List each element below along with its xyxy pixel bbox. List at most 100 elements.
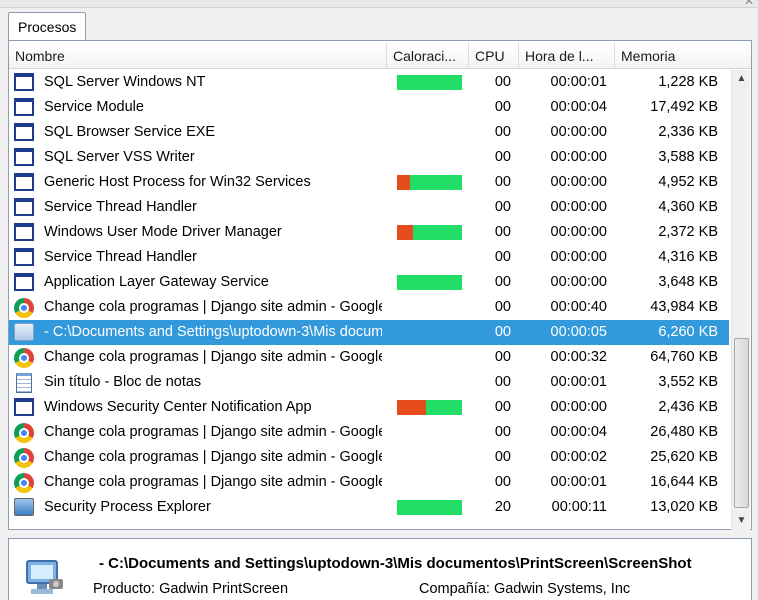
process-name: Change cola programas | Django site admi… [44, 424, 382, 440]
process-memory: 43,984 KB [650, 299, 718, 315]
window-icon [14, 73, 34, 93]
scroll-down-icon[interactable]: ▼ [732, 512, 751, 530]
process-name: Change cola programas | Django site admi… [44, 449, 382, 465]
process-name: Security Process Explorer [44, 499, 211, 515]
scroll-up-icon[interactable]: ▲ [732, 70, 751, 88]
process-name: Service Thread Handler [44, 199, 197, 215]
process-row[interactable]: SQL Server VSS Writer 00 00:00:00 3,588 KB [9, 145, 729, 170]
process-row[interactable]: Windows User Mode Driver Manager 00 00:00:… [9, 220, 729, 245]
process-row[interactable]: Service Thread Handler 00 00:00:00 4,316 KB [9, 245, 729, 270]
product-label: Producto: Gadwin PrintScreen [93, 581, 289, 597]
process-cpu: 00 [494, 449, 511, 465]
process-list-panel: Nombre Caloraci... CPU Hora de l... Memo… [8, 40, 752, 530]
process-memory: 25,620 KB [650, 449, 718, 465]
heat-bar [397, 75, 462, 90]
process-memory: 26,480 KB [650, 424, 718, 440]
column-time[interactable]: Hora de l... [519, 43, 615, 69]
process-memory: 2,372 KB [658, 224, 718, 240]
process-row[interactable]: Change cola programas | Django site admi… [9, 445, 729, 470]
process-row[interactable]: Change cola programas | Django site admi… [9, 345, 729, 370]
process-name: Change cola programas | Django site admi… [44, 474, 382, 490]
process-cpu: 20 [494, 499, 511, 515]
process-row[interactable]: Generic Host Process for Win32 Services 0… [9, 170, 729, 195]
process-memory: 13,020 KB [650, 499, 718, 515]
column-memory[interactable]: Memoria [615, 43, 731, 69]
computer-icon [14, 323, 34, 343]
process-row[interactable]: Security Process Explorer 20 00:00:11 13,02… [9, 495, 729, 520]
process-name: Generic Host Process for Win32 Services [44, 174, 311, 190]
process-name: Windows Security Center Notification App [44, 399, 312, 415]
chrome-icon [14, 448, 34, 468]
vertical-scrollbar[interactable]: ▲ ▼ [731, 70, 750, 530]
heat-bar-green [426, 400, 462, 415]
process-time: 00:00:01 [550, 374, 607, 390]
process-memory: 4,360 KB [658, 199, 718, 215]
process-cpu: 00 [494, 374, 511, 390]
process-cpu: 00 [494, 174, 511, 190]
process-row[interactable]: - C:\Documents and Settings\uptodown-3\M… [9, 320, 729, 345]
heat-bar-green [397, 500, 462, 515]
process-row[interactable]: Windows Security Center Notification App… [9, 395, 729, 420]
heat-bar [397, 175, 462, 190]
tab-processes[interactable]: Procesos [8, 12, 86, 42]
process-rows: SQL Server Windows NT 00 00:00:01 1,228 KB S… [9, 70, 729, 531]
process-row[interactable]: Sin título - Bloc de notas 00 00:00:01 3,55… [9, 370, 729, 395]
process-row[interactable]: Service Thread Handler 00 00:00:00 4,360 KB [9, 195, 729, 220]
process-time: 00:00:00 [550, 399, 607, 415]
process-row[interactable]: Service Module 00 00:00:04 17,492 KB [9, 95, 729, 120]
process-cpu: 00 [494, 249, 511, 265]
process-memory: 4,952 KB [658, 174, 718, 190]
process-memory: 3,588 KB [658, 149, 718, 165]
heat-bar-green [410, 175, 462, 190]
column-name[interactable]: Nombre [9, 43, 387, 69]
window-icon [14, 98, 34, 118]
window-icon [14, 248, 34, 268]
process-time: 00:00:40 [550, 299, 607, 315]
window-icon [14, 173, 34, 193]
heat-bar-green [413, 225, 462, 240]
process-memory: 3,552 KB [658, 374, 718, 390]
process-row[interactable]: Change cola programas | Django site admi… [9, 420, 729, 445]
security-icon [14, 498, 34, 518]
heat-bar-green [397, 75, 462, 90]
company-label: Compañía: Gadwin Systems, Inc [419, 581, 631, 597]
process-cpu: 00 [494, 274, 511, 290]
process-time: 00:00:00 [550, 149, 607, 165]
process-memory: 64,760 KB [650, 349, 718, 365]
process-name: Application Layer Gateway Service [44, 274, 269, 290]
heat-bar-green [397, 275, 462, 290]
chrome-icon [14, 473, 34, 493]
tab-bar: Procesos [0, 8, 758, 42]
process-time: 00:00:00 [550, 174, 607, 190]
process-time: 00:00:00 [550, 124, 607, 140]
process-time: 00:00:04 [550, 99, 607, 115]
process-time: 00:00:01 [550, 474, 607, 490]
process-time: 00:00:00 [550, 224, 607, 240]
process-row[interactable]: Application Layer Gateway Service 00 00:00… [9, 270, 729, 295]
process-row[interactable]: Change cola programas | Django site admi… [9, 295, 729, 320]
process-memory: 16,644 KB [650, 474, 718, 490]
process-row[interactable]: Change cola programas | Django site admi… [9, 470, 729, 495]
process-row[interactable]: SQL Browser Service EXE 00 00:00:00 2,336 K… [9, 120, 729, 145]
scroll-thumb[interactable] [734, 338, 749, 508]
window-icon [14, 223, 34, 243]
process-cpu: 00 [494, 399, 511, 415]
process-time: 00:00:00 [550, 274, 607, 290]
chrome-icon [14, 348, 34, 368]
selected-process-path: - C:\Documents and Settings\uptodown-3\M… [99, 555, 692, 572]
heat-bar [397, 275, 462, 290]
process-name: Change cola programas | Django site admi… [44, 349, 382, 365]
process-time: 00:00:05 [550, 324, 607, 340]
window-icon [14, 123, 34, 143]
column-cpu[interactable]: CPU [469, 43, 519, 69]
window-icon [14, 273, 34, 293]
process-cpu: 00 [494, 99, 511, 115]
process-row[interactable]: SQL Server Windows NT 00 00:00:01 1,228 KB [9, 70, 729, 95]
column-heat[interactable]: Caloraci... [387, 43, 469, 69]
process-name: Windows User Mode Driver Manager [44, 224, 282, 240]
process-time: 00:00:00 [550, 249, 607, 265]
process-cpu: 00 [494, 324, 511, 340]
close-icon[interactable]: ✕ [744, 0, 754, 8]
process-cpu: 00 [494, 149, 511, 165]
process-cpu: 00 [494, 224, 511, 240]
